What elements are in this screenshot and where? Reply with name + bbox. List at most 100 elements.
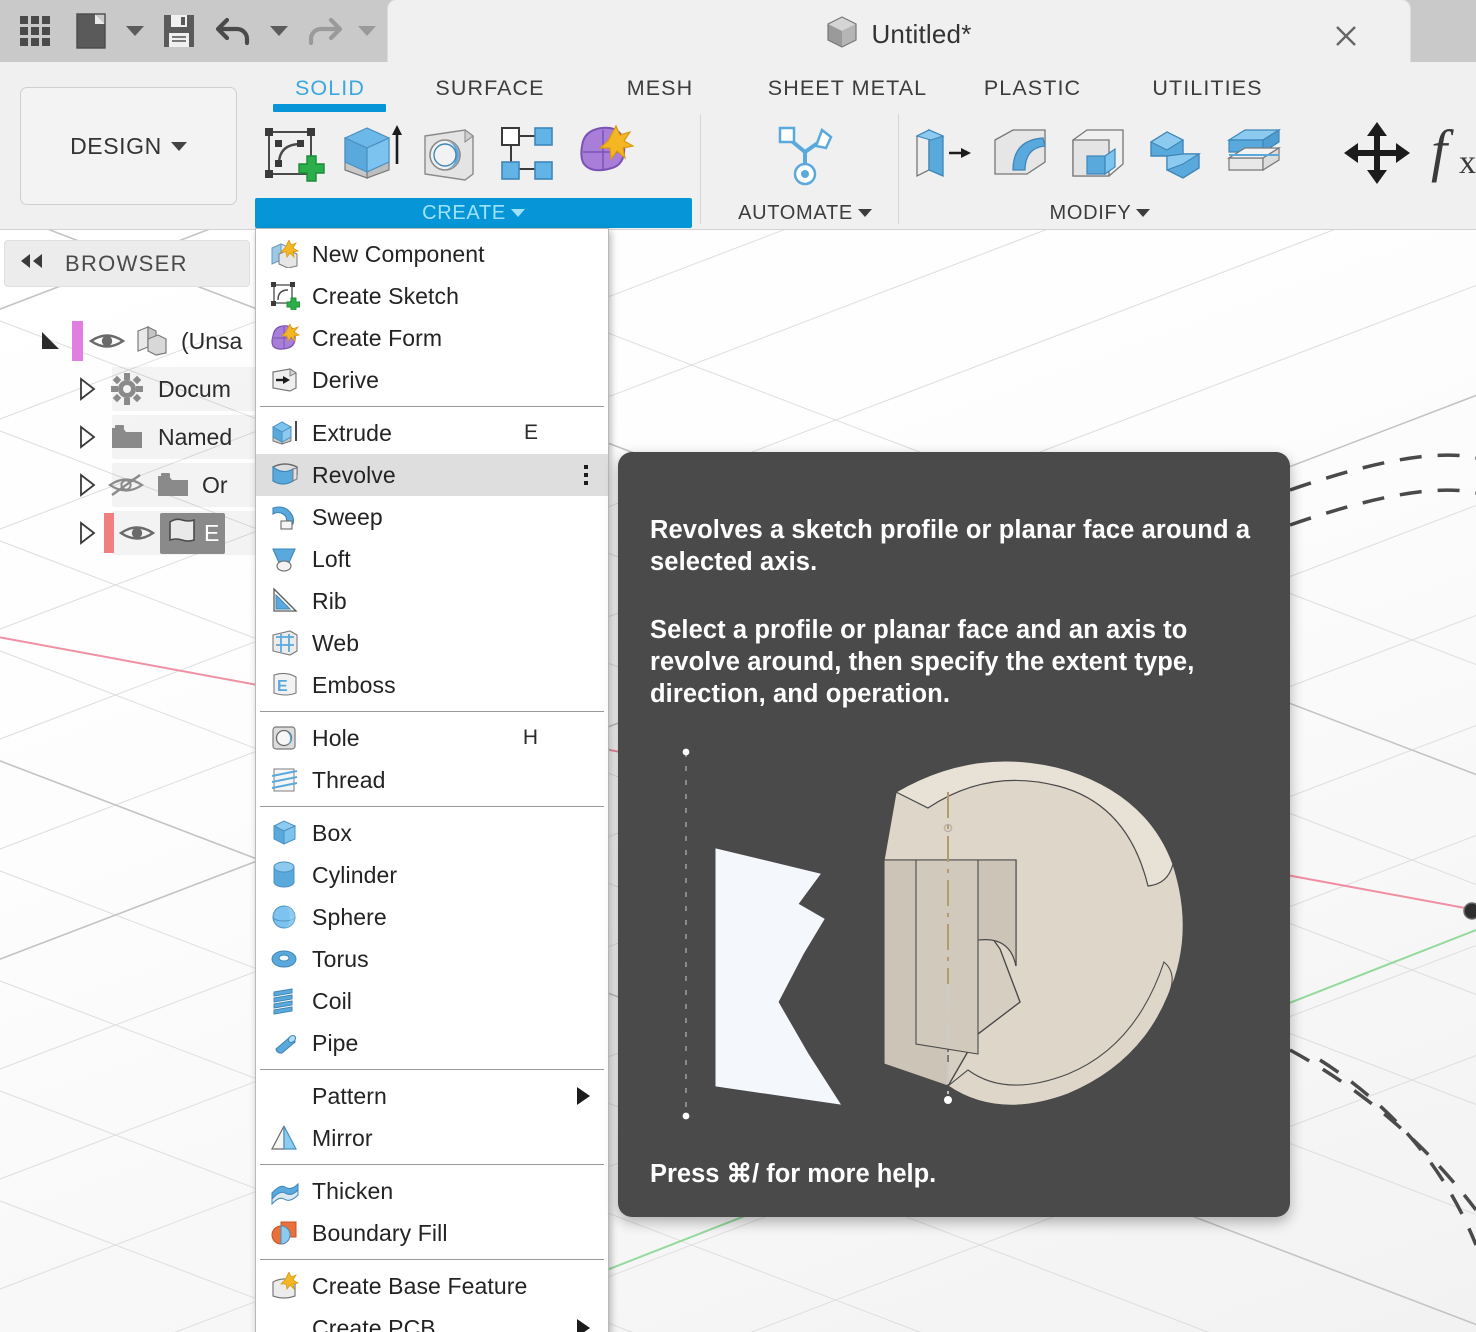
fillet-icon[interactable] [983, 116, 1057, 194]
menu-item-create-base-feature[interactable]: Create Base Feature [256, 1265, 608, 1307]
menu-shortcut: E [523, 421, 538, 444]
menu-item-box[interactable]: Box [256, 812, 608, 854]
app-grid-icon[interactable] [8, 4, 62, 58]
menu-item-new-component[interactable]: New Component [256, 233, 608, 275]
tab-plastic[interactable]: PLASTIC [950, 76, 1115, 101]
offset-face-icon[interactable] [1217, 116, 1291, 194]
menu-item-torus[interactable]: Torus [256, 938, 608, 980]
menu-item-create-form[interactable]: Create Form [256, 317, 608, 359]
undo-icon[interactable] [208, 4, 262, 58]
menu-item-pipe[interactable]: Pipe [256, 1022, 608, 1064]
collapsed-triangle-icon[interactable] [72, 424, 102, 450]
extrude-icon[interactable] [333, 116, 407, 194]
menu-item-extrude[interactable]: Extrude E [256, 412, 608, 454]
collapsed-triangle-icon[interactable] [72, 376, 102, 402]
change-parameters-icon[interactable]: f x [1422, 114, 1476, 192]
tree-label-named-views: Named [158, 423, 233, 450]
modify-panel-label[interactable]: MODIFY [905, 198, 1295, 228]
create-panel-label[interactable]: CREATE [255, 198, 692, 228]
eye-icon[interactable] [114, 521, 160, 545]
menu-label: Sweep [312, 503, 383, 530]
thicken-icon [268, 1176, 302, 1206]
ribbon-tabs: SOLID SURFACE MESH SHEET METAL PLASTIC U… [255, 70, 1355, 106]
tab-sheet-metal[interactable]: SHEET METAL [745, 76, 950, 101]
expanded-triangle-icon[interactable] [36, 329, 66, 353]
double-chevron-left-icon[interactable] [17, 252, 47, 275]
sketch-icon [166, 516, 198, 551]
menu-item-thread[interactable]: Thread [256, 759, 608, 801]
tree-row-feature[interactable]: E [0, 509, 582, 557]
press-pull-icon[interactable] [905, 116, 979, 194]
collapsed-triangle-icon[interactable] [72, 520, 102, 546]
menu-label: Pattern [312, 1082, 387, 1109]
menu-item-coil[interactable]: Coil [256, 980, 608, 1022]
document-title-text: Untitled* [871, 18, 972, 49]
submenu-arrow-icon [577, 1319, 590, 1332]
create-sketch-icon[interactable] [255, 116, 329, 194]
tab-utilities[interactable]: UTILITIES [1115, 76, 1300, 101]
document-tab[interactable]: Untitled* [388, 0, 1410, 68]
menu-label: Loft [312, 545, 351, 572]
menu-item-revolve[interactable]: Revolve [256, 454, 608, 496]
save-icon[interactable] [152, 4, 206, 58]
tree-row-origin[interactable]: Or [0, 461, 582, 509]
redo-icon[interactable] [296, 4, 350, 58]
menu-item-emboss[interactable]: E Emboss [256, 664, 608, 706]
web-icon [268, 628, 302, 658]
tree-label-root: (Unsa [181, 327, 243, 354]
feature-selected-chip[interactable]: E [160, 512, 226, 554]
close-icon[interactable] [1330, 20, 1362, 52]
tree-row-root[interactable]: (Unsa [0, 317, 262, 365]
tab-solid[interactable]: SOLID [255, 76, 405, 101]
create-panel-icons [255, 108, 692, 194]
create-form-icon[interactable] [567, 116, 641, 194]
menu-item-sweep[interactable]: Sweep [256, 496, 608, 538]
workspace-selector[interactable]: DESIGN [20, 87, 237, 205]
tab-surface[interactable]: SURFACE [405, 76, 575, 101]
menu-label: Extrude [312, 419, 392, 446]
redo-dropdown[interactable] [352, 4, 382, 58]
tooltip-footer: Press ⌘/ for more help. [650, 1160, 937, 1188]
automate-icon[interactable] [768, 116, 842, 194]
menu-label: Hole [312, 724, 360, 751]
browser-header[interactable]: BROWSER [4, 240, 250, 287]
eye-hidden-icon[interactable] [102, 472, 150, 498]
menu-item-sphere[interactable]: Sphere [256, 896, 608, 938]
shell-icon[interactable] [1061, 116, 1135, 194]
move-copy-icon[interactable] [1340, 114, 1414, 192]
tree-row-named-views[interactable]: Named [0, 413, 582, 461]
origin-point[interactable] [1463, 902, 1476, 920]
new-component-icon [268, 239, 302, 269]
new-document-icon[interactable] [64, 4, 118, 58]
new-document-dropdown[interactable] [120, 4, 150, 58]
tab-mesh[interactable]: MESH [575, 76, 745, 101]
sweep-icon [268, 502, 302, 532]
menu-item-thicken[interactable]: Thicken [256, 1170, 608, 1212]
menu-item-web[interactable]: Web [256, 622, 608, 664]
menu-item-cylinder[interactable]: Cylinder [256, 854, 608, 896]
menu-item-create-pcb[interactable]: Create PCB [256, 1307, 608, 1332]
menu-item-boundary-fill[interactable]: Boundary Fill [256, 1212, 608, 1254]
menu-separator [260, 1164, 604, 1165]
menu-item-pattern[interactable]: Pattern [256, 1075, 608, 1117]
chevron-down-icon [510, 208, 525, 217]
tree-row-document-settings[interactable]: Docum [0, 365, 582, 413]
undo-dropdown[interactable] [264, 4, 294, 58]
menu-item-derive[interactable]: Derive [256, 359, 608, 401]
create-dropdown-menu[interactable]: New Component Create Sketch Create Form … [255, 228, 609, 1332]
automate-panel-label[interactable]: AUTOMATE [720, 198, 890, 228]
emboss-icon: E [268, 670, 302, 700]
menu-item-rib[interactable]: Rib [256, 580, 608, 622]
overflow-dots-icon[interactable] [584, 465, 588, 485]
menu-item-create-sketch[interactable]: Create Sketch [256, 275, 608, 317]
new-component-icon[interactable] [489, 116, 563, 194]
menu-label: Sphere [312, 903, 387, 930]
menu-item-loft[interactable]: Loft [256, 538, 608, 580]
combine-icon[interactable] [1139, 116, 1213, 194]
menu-item-hole[interactable]: Hole H [256, 717, 608, 759]
menu-label: Rib [312, 587, 347, 614]
revolve-icon[interactable] [411, 116, 485, 194]
collapsed-triangle-icon[interactable] [72, 472, 102, 498]
eye-icon[interactable] [83, 329, 131, 353]
menu-item-mirror[interactable]: Mirror [256, 1117, 608, 1159]
